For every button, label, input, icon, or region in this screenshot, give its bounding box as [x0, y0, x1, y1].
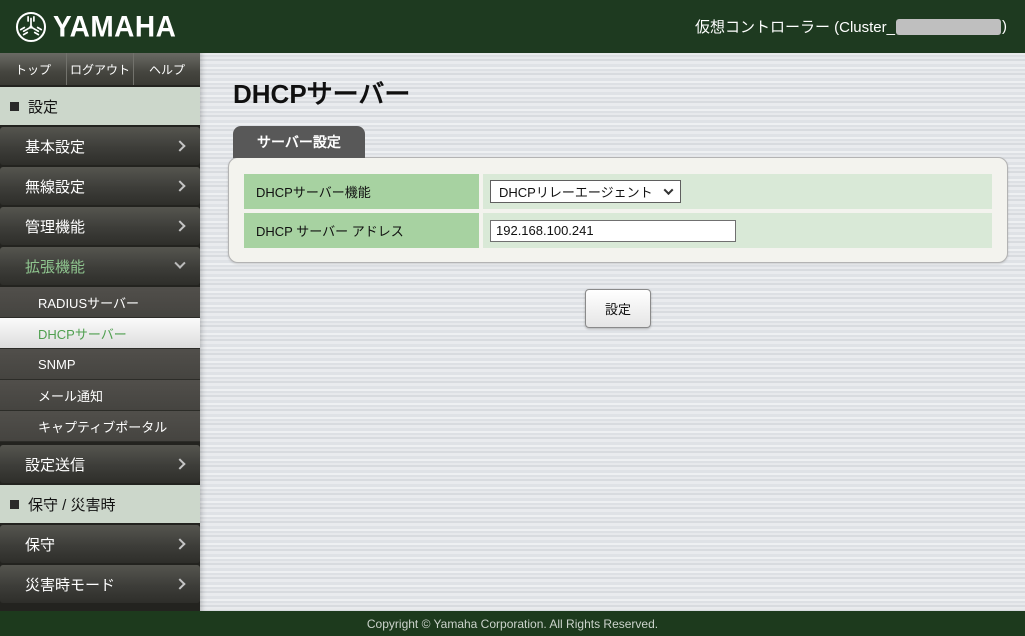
brand-wordmark: YAMAHA [53, 10, 176, 44]
main-content: DHCPサーバー サーバー設定 DHCPサーバー機能 DHCPリレーエージェント… [200, 53, 1025, 611]
sidebar-subitem-dhcp-server[interactable]: DHCPサーバー [0, 318, 200, 349]
submit-row: 設定 [228, 289, 1008, 328]
section-header-settings: 設定 [0, 87, 200, 125]
tab-top[interactable]: トップ [0, 53, 67, 85]
tab-help[interactable]: ヘルプ [134, 53, 200, 85]
chevron-right-icon [174, 140, 185, 151]
sidebar-item-wireless-settings[interactable]: 無線設定 [0, 167, 200, 205]
controller-label: 仮想コントローラー (Cluster_ [695, 16, 895, 37]
nav-label: 無線設定 [25, 176, 85, 197]
chevron-right-icon [174, 578, 185, 589]
nav-label: DHCPサーバー [38, 324, 127, 343]
sidebar-subitem-radius-server[interactable]: RADIUSサーバー [0, 287, 200, 318]
nav-label: 災害時モード [25, 574, 115, 595]
dhcp-function-value-cell: DHCPリレーエージェント [483, 174, 992, 209]
dhcp-function-label: DHCPサーバー機能 [244, 174, 479, 209]
sidebar-nav: トップ ログアウト ヘルプ 設定 基本設定 無線設定 管理機能 拡張機能 RAD… [0, 53, 200, 611]
tab-server-settings[interactable]: サーバー設定 [233, 126, 365, 158]
nav-label: 保守 [25, 534, 55, 555]
nav-label: キャプティブポータル [38, 417, 167, 436]
sidebar-subitem-mail-notification[interactable]: メール通知 [0, 380, 200, 411]
dhcp-server-address-label: DHCP サーバー アドレス [244, 213, 479, 248]
yamaha-tuning-fork-icon [14, 10, 48, 44]
dhcp-server-address-value-cell [483, 213, 992, 248]
nav-label: 管理機能 [25, 216, 85, 237]
square-bullet-icon [10, 500, 19, 509]
chevron-right-icon [174, 458, 185, 469]
footer: Copyright © Yamaha Corporation. All Righ… [0, 611, 1025, 636]
chevron-right-icon [174, 538, 185, 549]
sidebar-item-config-send[interactable]: 設定送信 [0, 445, 200, 483]
form-row-dhcp-server-address: DHCP サーバー アドレス [244, 213, 992, 248]
controller-status: 仮想コントローラー (Cluster_ ) [695, 16, 1007, 37]
server-settings-panel: DHCPサーバー機能 DHCPリレーエージェント DHCP サーバー アドレス [228, 157, 1008, 263]
nav-label: メール通知 [38, 386, 103, 405]
controller-label-close: ) [1002, 18, 1007, 35]
chevron-down-icon [663, 185, 673, 195]
yamaha-logo: YAMAHA [14, 10, 176, 44]
sidebar-subitem-snmp[interactable]: SNMP [0, 349, 200, 380]
dhcp-function-select[interactable]: DHCPリレーエージェント [490, 180, 681, 203]
sidebar-item-extended-functions[interactable]: 拡張機能 [0, 247, 200, 285]
square-bullet-icon [10, 102, 19, 111]
tab-logout[interactable]: ログアウト [67, 53, 134, 85]
dhcp-function-selected-option: DHCPリレーエージェント [499, 182, 653, 201]
chevron-right-icon [174, 220, 185, 231]
chevron-right-icon [174, 180, 185, 191]
section-label: 設定 [28, 96, 58, 117]
sidebar-item-disaster-mode[interactable]: 災害時モード [0, 565, 200, 603]
redacted-cluster-name [896, 19, 1001, 35]
nav-label: RADIUSサーバー [38, 293, 139, 312]
section-label: 保守 / 災害時 [28, 494, 116, 515]
sidebar-top-tabs: トップ ログアウト ヘルプ [0, 53, 200, 85]
sidebar-subitem-captive-portal[interactable]: キャプティブポータル [0, 411, 200, 442]
nav-label: 拡張機能 [25, 256, 85, 277]
sidebar-item-maintenance[interactable]: 保守 [0, 525, 200, 563]
page-title: DHCPサーバー [200, 53, 1025, 111]
apply-settings-button[interactable]: 設定 [585, 289, 651, 328]
form-row-dhcp-function: DHCPサーバー機能 DHCPリレーエージェント [244, 174, 992, 209]
copyright-text: Copyright © Yamaha Corporation. All Righ… [367, 617, 658, 631]
nav-label: 設定送信 [25, 454, 85, 475]
app-header: YAMAHA 仮想コントローラー (Cluster_ ) [0, 0, 1025, 53]
sidebar-item-basic-settings[interactable]: 基本設定 [0, 127, 200, 165]
section-header-maintenance: 保守 / 災害時 [0, 485, 200, 523]
nav-label: SNMP [38, 357, 76, 372]
sidebar-item-management[interactable]: 管理機能 [0, 207, 200, 245]
nav-label: 基本設定 [25, 136, 85, 157]
chevron-down-icon [174, 258, 185, 269]
dhcp-server-address-input[interactable] [490, 220, 736, 242]
